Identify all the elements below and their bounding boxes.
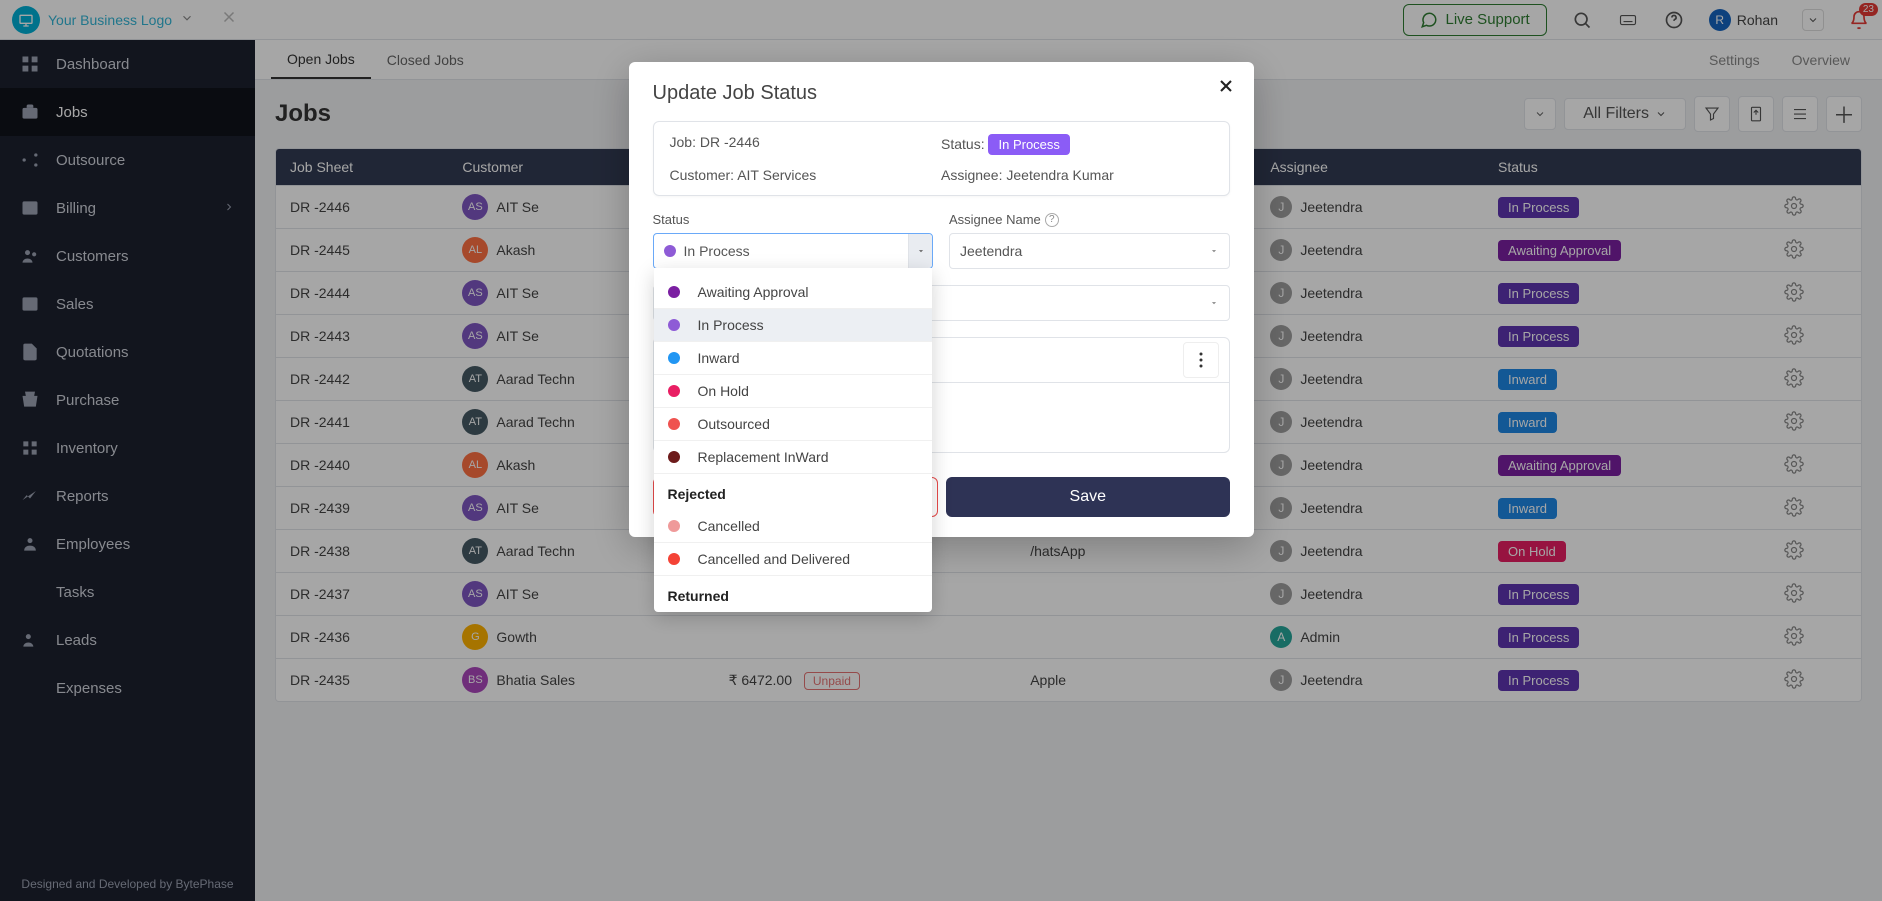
status-field: Status In Process Awaiting ApprovalIn Pr…	[653, 212, 934, 269]
modal-fields: Status In Process Awaiting ApprovalIn Pr…	[653, 212, 1230, 269]
status-dot-icon	[668, 418, 680, 430]
status-option[interactable]: Replacement InWard	[654, 441, 933, 474]
status-dot-icon	[668, 319, 680, 331]
modal-close-button[interactable]	[1216, 76, 1236, 102]
status-dot-icon	[668, 385, 680, 397]
job-id: Job: DR -2446	[670, 134, 942, 155]
status-dot-icon	[664, 245, 676, 257]
more-format-button[interactable]	[1183, 342, 1219, 378]
status-option-label: Replacement InWard	[698, 449, 829, 465]
status-dot-icon	[668, 352, 680, 364]
modal-title: Update Job Status	[653, 82, 1230, 105]
status-option[interactable]: Cancelled and Delivered	[654, 543, 933, 576]
assignee-selected-value: Jeetendra	[960, 243, 1022, 259]
job-status-label: Status:	[941, 136, 985, 152]
status-dot-icon	[668, 553, 680, 565]
job-status-badge: In Process	[988, 134, 1069, 155]
update-job-status-modal: Update Job Status Job: DR -2446 Status: …	[629, 62, 1254, 537]
job-customer-value: AIT Services	[737, 167, 816, 183]
job-id-label: Job:	[670, 134, 696, 150]
status-group-returned: Returned	[654, 576, 933, 612]
status-option-label: Inward	[698, 350, 740, 366]
assignee-chevron-icon	[1209, 243, 1219, 259]
job-assignee-label: Assignee:	[941, 167, 1002, 183]
status-option-label: Outsourced	[698, 416, 770, 432]
secondary-chevron-icon	[1209, 295, 1219, 311]
status-dropdown-menu: Awaiting Approval In Process Inward On Hold…	[654, 268, 933, 612]
assignee-label-text: Assignee Name	[949, 212, 1041, 227]
status-select[interactable]: In Process Awaiting ApprovalIn ProcessIn…	[653, 233, 934, 269]
job-id-value: DR -2446	[700, 134, 760, 150]
status-dot-icon	[668, 286, 680, 298]
help-circle-icon[interactable]: ?	[1045, 213, 1059, 227]
job-assignee-value: Jeetendra Kumar	[1006, 167, 1113, 183]
assignee-select[interactable]: Jeetendra	[949, 233, 1230, 269]
job-info-box: Job: DR -2446 Status: In Process Custome…	[653, 121, 1230, 196]
job-status: Status: In Process	[941, 134, 1213, 155]
status-option[interactable]: Cancelled	[654, 510, 933, 543]
status-dot-icon	[668, 451, 680, 463]
job-customer-label: Customer:	[670, 167, 735, 183]
status-option-label: In Process	[698, 317, 764, 333]
assignee-label: Assignee Name ?	[949, 212, 1230, 227]
status-select-toggle[interactable]	[908, 234, 932, 268]
status-group-rejected: Rejected	[654, 474, 933, 510]
status-option[interactable]: Inward	[654, 342, 933, 375]
status-option[interactable]: Outsourced	[654, 408, 933, 441]
job-assignee: Assignee: Jeetendra Kumar	[941, 167, 1213, 183]
status-label: Status	[653, 212, 934, 227]
save-button[interactable]: Save	[946, 477, 1230, 517]
status-dot-icon	[668, 520, 680, 532]
status-option[interactable]: On Hold	[654, 375, 933, 408]
status-option-label: On Hold	[698, 383, 749, 399]
status-option-label: Cancelled	[698, 518, 760, 534]
status-option[interactable]: In Process	[654, 309, 933, 342]
status-selected-value: In Process	[684, 243, 750, 259]
assignee-field: Assignee Name ? Jeetendra	[949, 212, 1230, 269]
status-option-label: Awaiting Approval	[698, 284, 809, 300]
modal-overlay: Update Job Status Job: DR -2446 Status: …	[0, 0, 1882, 901]
status-option[interactable]: Awaiting Approval	[654, 276, 933, 309]
job-customer: Customer: AIT Services	[670, 167, 942, 183]
status-option-label: Cancelled and Delivered	[698, 551, 851, 567]
